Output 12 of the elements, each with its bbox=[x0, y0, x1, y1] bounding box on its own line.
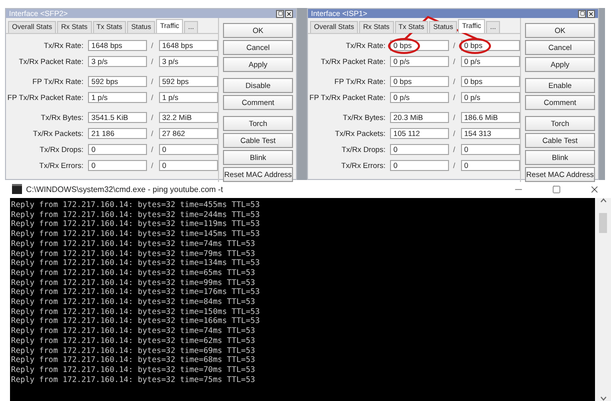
close-icon[interactable] bbox=[587, 10, 595, 18]
restore-icon[interactable] bbox=[578, 10, 586, 18]
annotation-circle bbox=[459, 38, 492, 54]
scroll-down-icon[interactable] bbox=[600, 396, 606, 401]
console-icon bbox=[12, 184, 22, 194]
scrollbar[interactable] bbox=[595, 198, 611, 401]
scroll-thumb[interactable] bbox=[599, 213, 607, 233]
annotation-circle bbox=[388, 38, 420, 54]
close-icon[interactable] bbox=[285, 10, 293, 18]
restore-icon[interactable] bbox=[276, 10, 284, 18]
window-title: C:\WINDOWS\system32\cmd.exe - ping youtube.com -t bbox=[26, 184, 224, 194]
scroll-up-icon[interactable] bbox=[600, 198, 606, 203]
